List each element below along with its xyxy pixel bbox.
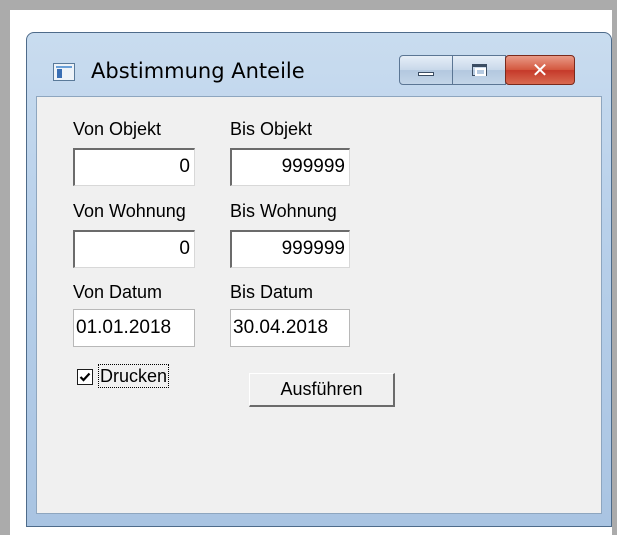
client-area: Von Objekt Bis Objekt 0 999999 Von Wohnu… [36,96,602,514]
dialog-window: Abstimmung Anteile ✕ Von Objekt Bis Obje… [26,32,612,527]
von-objekt-label: Von Objekt [73,119,162,139]
minimize-icon [418,72,434,76]
desktop-top-edge [0,0,617,10]
drucken-checkbox[interactable] [77,369,93,385]
checkmark-icon [79,372,91,382]
maximize-button[interactable] [452,55,506,85]
von-wohnung-field[interactable]: 0 [73,230,195,268]
drucken-label[interactable]: Drucken [97,364,170,388]
close-button[interactable]: ✕ [505,55,575,85]
app-window-icon [53,63,75,81]
von-datum-field[interactable]: 01.01.2018 [73,309,195,347]
bis-datum-field[interactable]: 30.04.2018 [230,309,350,347]
ausfuehren-button[interactable]: Ausführen [249,373,395,407]
minimize-button[interactable] [399,55,453,85]
von-datum-label: Von Datum [73,282,163,302]
bis-wohnung-label: Bis Wohnung [230,201,337,221]
von-wohnung-label: Von Wohnung [73,201,186,221]
desktop: Abstimmung Anteile ✕ Von Objekt Bis Obje… [0,0,617,535]
desktop-left-edge [0,0,10,535]
bis-objekt-field[interactable]: 999999 [230,148,350,186]
desktop-right-edge [612,0,617,535]
window-title: Abstimmung Anteile [91,59,305,83]
bis-wohnung-field[interactable]: 999999 [230,230,350,268]
close-icon: ✕ [531,58,549,82]
von-objekt-field[interactable]: 0 [73,148,195,186]
maximize-icon [472,64,487,76]
bis-objekt-label: Bis Objekt [230,119,313,139]
bis-datum-label: Bis Datum [230,282,314,302]
